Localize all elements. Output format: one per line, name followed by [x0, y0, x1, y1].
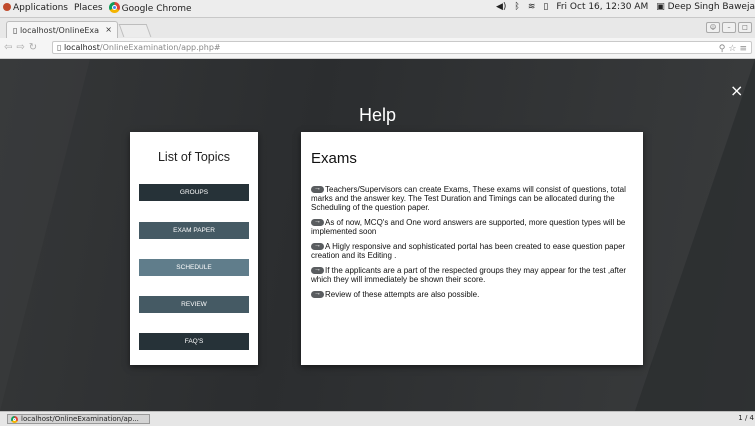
battery-icon[interactable]: ▯ — [543, 2, 548, 12]
topic-exam-paper-button[interactable]: EXAM PAPER — [139, 222, 249, 239]
close-icon[interactable]: × — [730, 81, 743, 100]
forward-icon[interactable]: ⇨ — [16, 42, 24, 53]
user-menu[interactable]: ▣ Deep Singh Baweja — [656, 2, 755, 12]
page-icon: ▯ — [13, 25, 20, 35]
help-content-panel: Exams Teachers/Supervisors can create Ex… — [301, 132, 643, 365]
panel-status: ◀) ᛒ ≋ ▯ Fri Oct 16, 12:30 AM ▣ Deep Sin… — [496, 2, 755, 12]
profile-icon[interactable]: ☺ — [706, 22, 720, 33]
star-icon[interactable]: ☆ — [728, 44, 736, 54]
chrome-icon — [11, 415, 18, 423]
topics-panel: List of Topics GROUPS EXAM PAPER SCHEDUL… — [130, 132, 258, 365]
topic-review-button[interactable]: REVIEW — [139, 296, 249, 313]
chrome-icon — [108, 2, 120, 13]
tab-title: localhost/OnlineExa — [19, 25, 100, 35]
chat-icon: ▣ — [656, 2, 668, 12]
back-icon[interactable]: ⇦ — [4, 42, 12, 53]
content-paragraph: A Higly responsive and sophisticated por… — [311, 241, 639, 260]
page-viewport: × Help List of Topics GROUPS EXAM PAPER … — [0, 59, 755, 411]
help-title: Help — [358, 105, 397, 125]
content-paragraphs: Teachers/Supervisors can create Exams, T… — [311, 184, 639, 305]
new-tab-button[interactable] — [118, 24, 152, 37]
nav-buttons: ⇦ ⇨ ↻ — [4, 42, 37, 53]
applications-menu[interactable]: Applications — [3, 3, 68, 13]
address-host: localhost — [63, 43, 100, 52]
content-paragraph: If the applicants are a part of the resp… — [311, 265, 639, 284]
arrow-icon — [311, 184, 324, 193]
address-path: /OnlineExamination/app.php# — [99, 43, 221, 52]
panel-menus: Applications Places Google Chrome — [3, 2, 192, 14]
clock[interactable]: Fri Oct 16, 12:30 AM — [556, 2, 648, 12]
reload-icon[interactable]: ↻ — [29, 42, 37, 53]
window-controls: ☺ – □ — [706, 22, 752, 33]
wifi-icon[interactable]: ≋ — [528, 2, 536, 12]
page-icon: ▯ — [57, 43, 64, 52]
places-menu[interactable]: Places — [74, 3, 103, 13]
taskbar-window-button[interactable]: localhost/OnlineExamination/ap... — [7, 414, 150, 424]
tab-strip: ▯ localhost/OnlineExa × ☺ – □ — [0, 18, 755, 38]
gnome-foot-icon — [3, 3, 11, 11]
content-heading: Exams — [311, 150, 357, 167]
arrow-icon — [311, 241, 324, 250]
active-app-menu[interactable]: Google Chrome — [108, 2, 192, 14]
tab-close-icon[interactable]: × — [105, 25, 112, 34]
bluetooth-icon[interactable]: ᛒ — [514, 2, 519, 12]
browser-toolbar: ⇦ ⇨ ↻ ▯ localhost/OnlineExamination/app.… — [0, 38, 755, 59]
arrow-icon — [311, 265, 324, 274]
topic-groups-button[interactable]: GROUPS — [139, 184, 249, 201]
maximize-icon[interactable]: □ — [738, 22, 752, 33]
topics-heading: List of Topics — [157, 150, 231, 164]
omnibox-icons: ⚲ ☆ ≡ — [719, 44, 747, 54]
menu-icon[interactable]: ≡ — [739, 44, 747, 54]
browser-tab[interactable]: ▯ localhost/OnlineExa × — [6, 21, 118, 38]
content-paragraph: Review of these attempts are also possib… — [311, 289, 639, 299]
content-paragraph: Teachers/Supervisors can create Exams, T… — [311, 184, 639, 212]
bottom-taskbar: localhost/OnlineExamination/ap... 1 / 4 — [0, 411, 755, 426]
volume-icon[interactable]: ◀) — [496, 2, 506, 12]
workspace-pager[interactable]: 1 / 4 — [738, 414, 754, 422]
address-bar[interactable]: ▯ localhost/OnlineExamination/app.php# ⚲… — [52, 41, 752, 54]
search-icon[interactable]: ⚲ — [719, 44, 726, 54]
arrow-icon — [311, 217, 324, 226]
minimize-icon[interactable]: – — [722, 22, 736, 33]
arrow-icon — [311, 289, 324, 298]
system-top-panel: Applications Places Google Chrome ◀) ᛒ ≋… — [0, 0, 755, 18]
topic-schedule-button[interactable]: SCHEDULE — [139, 259, 249, 276]
content-paragraph: As of now, MCQ's and One word answers ar… — [311, 217, 639, 236]
topic-faqs-button[interactable]: FAQ'S — [139, 333, 249, 350]
